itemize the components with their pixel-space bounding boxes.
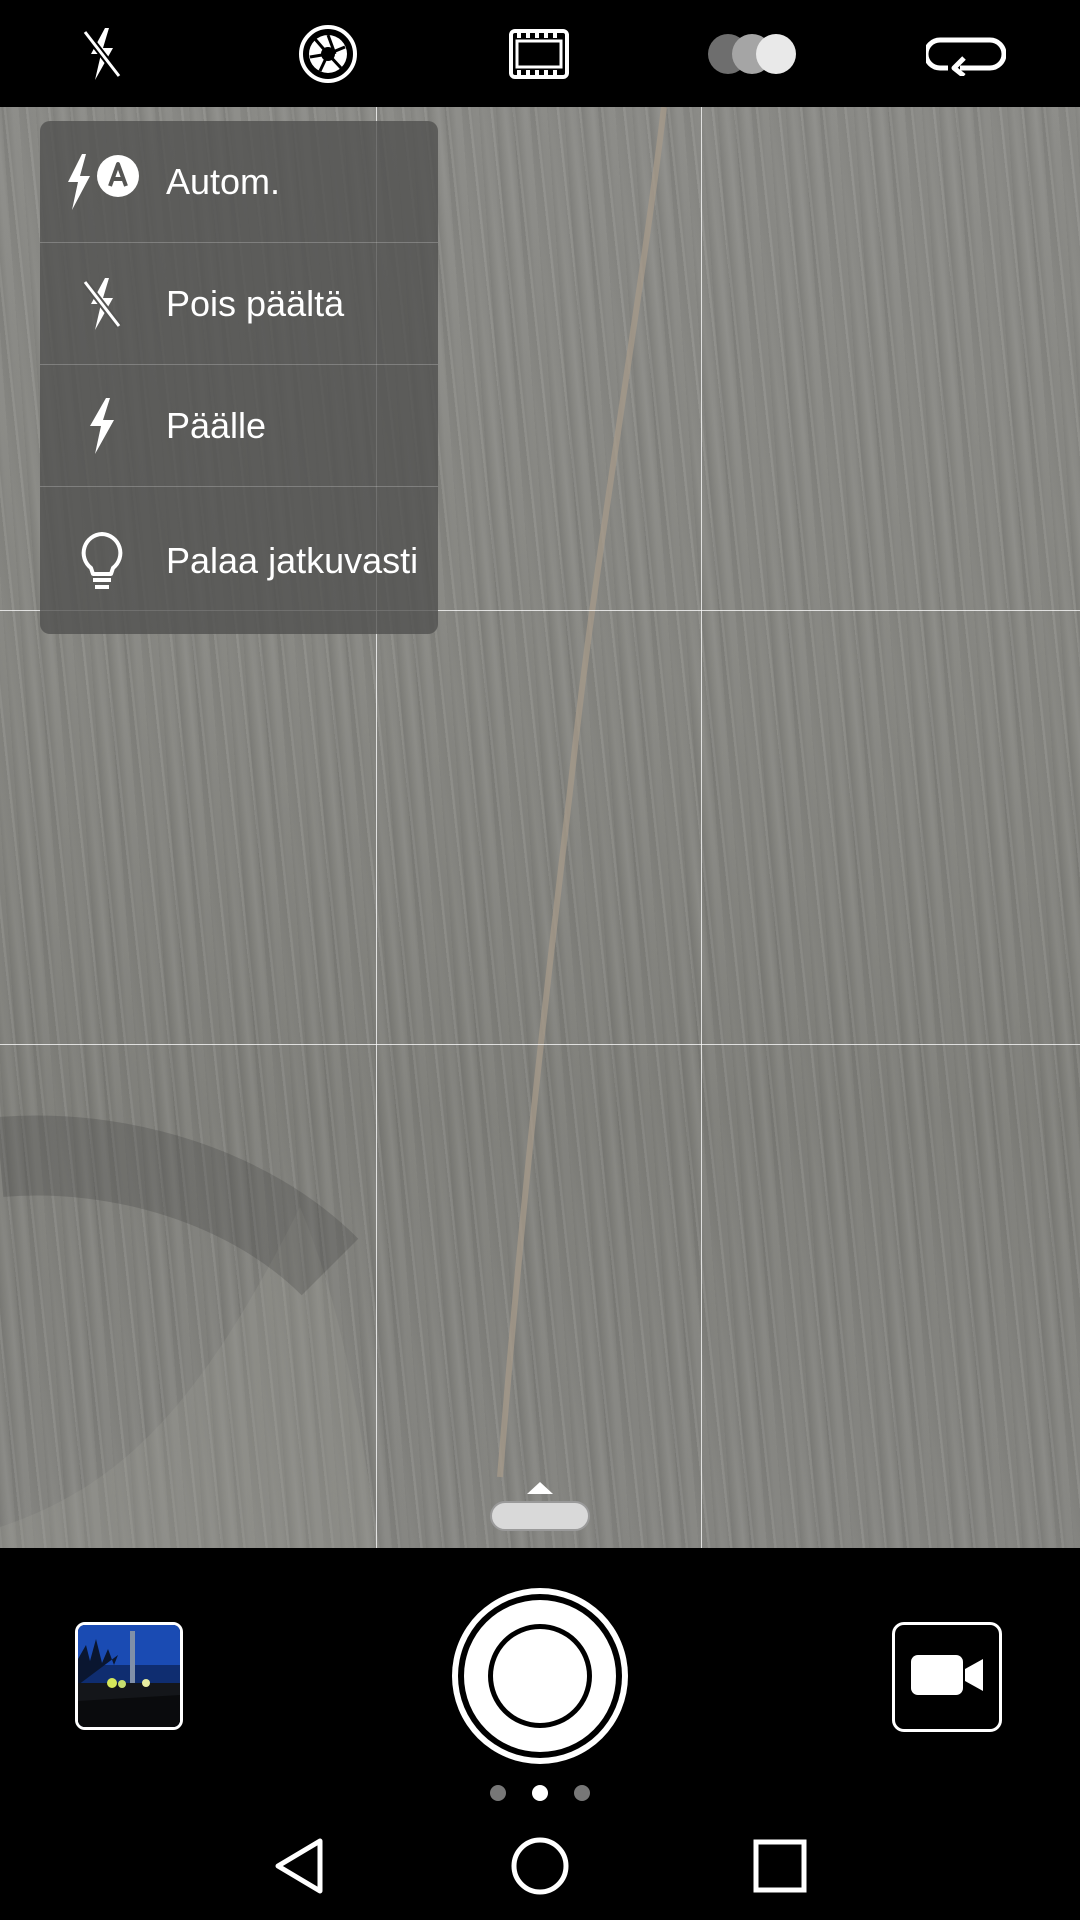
flash-option-label: Autom. — [166, 160, 281, 202]
color-effects-icon[interactable] — [706, 12, 798, 96]
flash-off-icon[interactable] — [58, 12, 146, 96]
camera-screen: Autom. Pois päältä Päälle Palaa jatkuvas… — [0, 0, 1080, 1920]
flash-option-auto[interactable]: Autom. — [40, 121, 438, 243]
aperture-icon[interactable] — [284, 12, 372, 96]
back-triangle-icon[interactable] — [265, 1836, 335, 1896]
flash-option-label: Palaa jatkuvasti — [166, 539, 419, 581]
flash-on-icon — [60, 391, 144, 461]
flash-option-label: Päälle — [166, 404, 267, 446]
torch-bulb-icon — [60, 526, 144, 596]
page-dot[interactable] — [574, 1785, 590, 1801]
page-indicator — [488, 1783, 592, 1803]
video-camera-icon — [909, 1653, 985, 1702]
film-filter-icon[interactable] — [495, 12, 583, 96]
swipe-up-handle[interactable] — [490, 1478, 590, 1534]
top-toolbar — [0, 0, 1080, 107]
flash-option-off[interactable]: Pois päältä — [40, 243, 438, 365]
home-circle-icon[interactable] — [505, 1836, 575, 1896]
recents-square-icon[interactable] — [745, 1836, 815, 1896]
flash-mode-menu: Autom. Pois päältä Päälle Palaa jatkuvas… — [40, 121, 438, 634]
flash-option-on[interactable]: Päälle — [40, 365, 438, 487]
grid-line — [701, 107, 702, 1548]
gallery-thumbnail[interactable] — [75, 1622, 183, 1730]
switch-camera-icon[interactable] — [918, 12, 1014, 96]
flash-option-label: Pois päältä — [166, 282, 345, 324]
flash-off-icon — [60, 269, 144, 339]
page-dot[interactable] — [490, 1785, 506, 1801]
grid-line — [0, 1044, 1080, 1045]
flash-auto-icon — [60, 147, 144, 217]
shutter-button[interactable] — [450, 1586, 630, 1766]
flash-option-torch[interactable]: Palaa jatkuvasti — [40, 487, 438, 634]
video-mode-button[interactable] — [892, 1622, 1002, 1732]
page-dot-active[interactable] — [532, 1785, 548, 1801]
thumbnail-image — [78, 1625, 180, 1727]
